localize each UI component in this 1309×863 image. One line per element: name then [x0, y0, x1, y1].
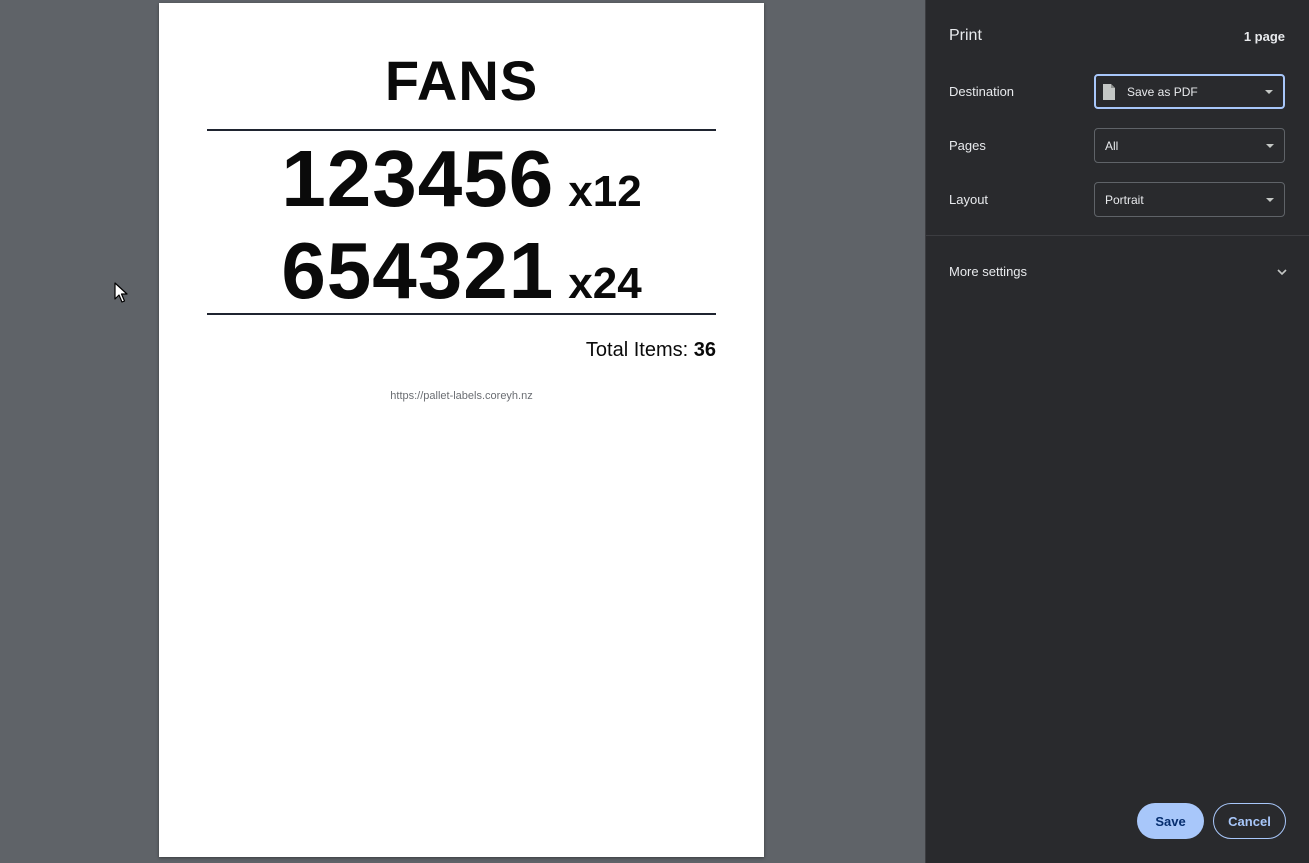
more-settings-label: More settings [949, 264, 1028, 279]
item-code: 123456 [281, 134, 555, 223]
more-settings-toggle[interactable]: More settings [926, 254, 1309, 290]
item-quantity: x12 [568, 167, 642, 216]
dropdown-arrow-icon [1266, 197, 1274, 202]
pages-label: Pages [949, 138, 986, 153]
page-count: 1 page [1243, 29, 1285, 44]
destination-select[interactable]: Save as PDF [1094, 74, 1285, 109]
total-items-label: Total Items: [585, 339, 689, 361]
destination-value: Save as PDF [1127, 84, 1198, 99]
layout-select[interactable]: Portrait [1094, 182, 1285, 217]
chevron-down-icon [1277, 269, 1287, 276]
pages-value: All [1105, 138, 1119, 153]
item-quantity: x24 [568, 259, 642, 308]
layout-label: Layout [949, 192, 989, 207]
pages-select[interactable]: All [1094, 128, 1285, 163]
print-preview-area[interactable]: FANS 123456 x12 654321 x24 Total Items: 36… [0, 0, 925, 863]
item-row-2: 654321 x24 [159, 225, 764, 317]
footer-url: https://pallet-labels.coreyh.nz [390, 390, 533, 402]
destination-label: Destination [949, 84, 1015, 99]
mouse-cursor-icon [114, 282, 128, 303]
total-items: Total Items: 36 [586, 339, 716, 362]
document-title: FANS [384, 49, 539, 112]
item-row-1: 123456 x12 [159, 133, 764, 225]
total-items-value: 36 [693, 339, 716, 361]
layout-value: Portrait [1105, 192, 1144, 207]
preview-page: FANS 123456 x12 654321 x24 Total Items: 36… [159, 3, 764, 857]
top-divider [207, 129, 716, 131]
dropdown-arrow-icon [1265, 89, 1273, 94]
cancel-button[interactable]: Cancel [1213, 803, 1286, 839]
file-icon [1103, 83, 1115, 100]
print-dialog: FANS 123456 x12 654321 x24 Total Items: 36… [0, 0, 1309, 863]
dropdown-arrow-icon [1266, 143, 1274, 148]
section-divider [926, 235, 1309, 236]
print-settings-panel: Print 1 page Destination Save as PDF Pag… [925, 0, 1309, 863]
dialog-title: Print [949, 27, 982, 44]
bottom-divider [207, 313, 716, 315]
item-code: 654321 [281, 226, 555, 315]
save-button[interactable]: Save [1137, 803, 1204, 839]
